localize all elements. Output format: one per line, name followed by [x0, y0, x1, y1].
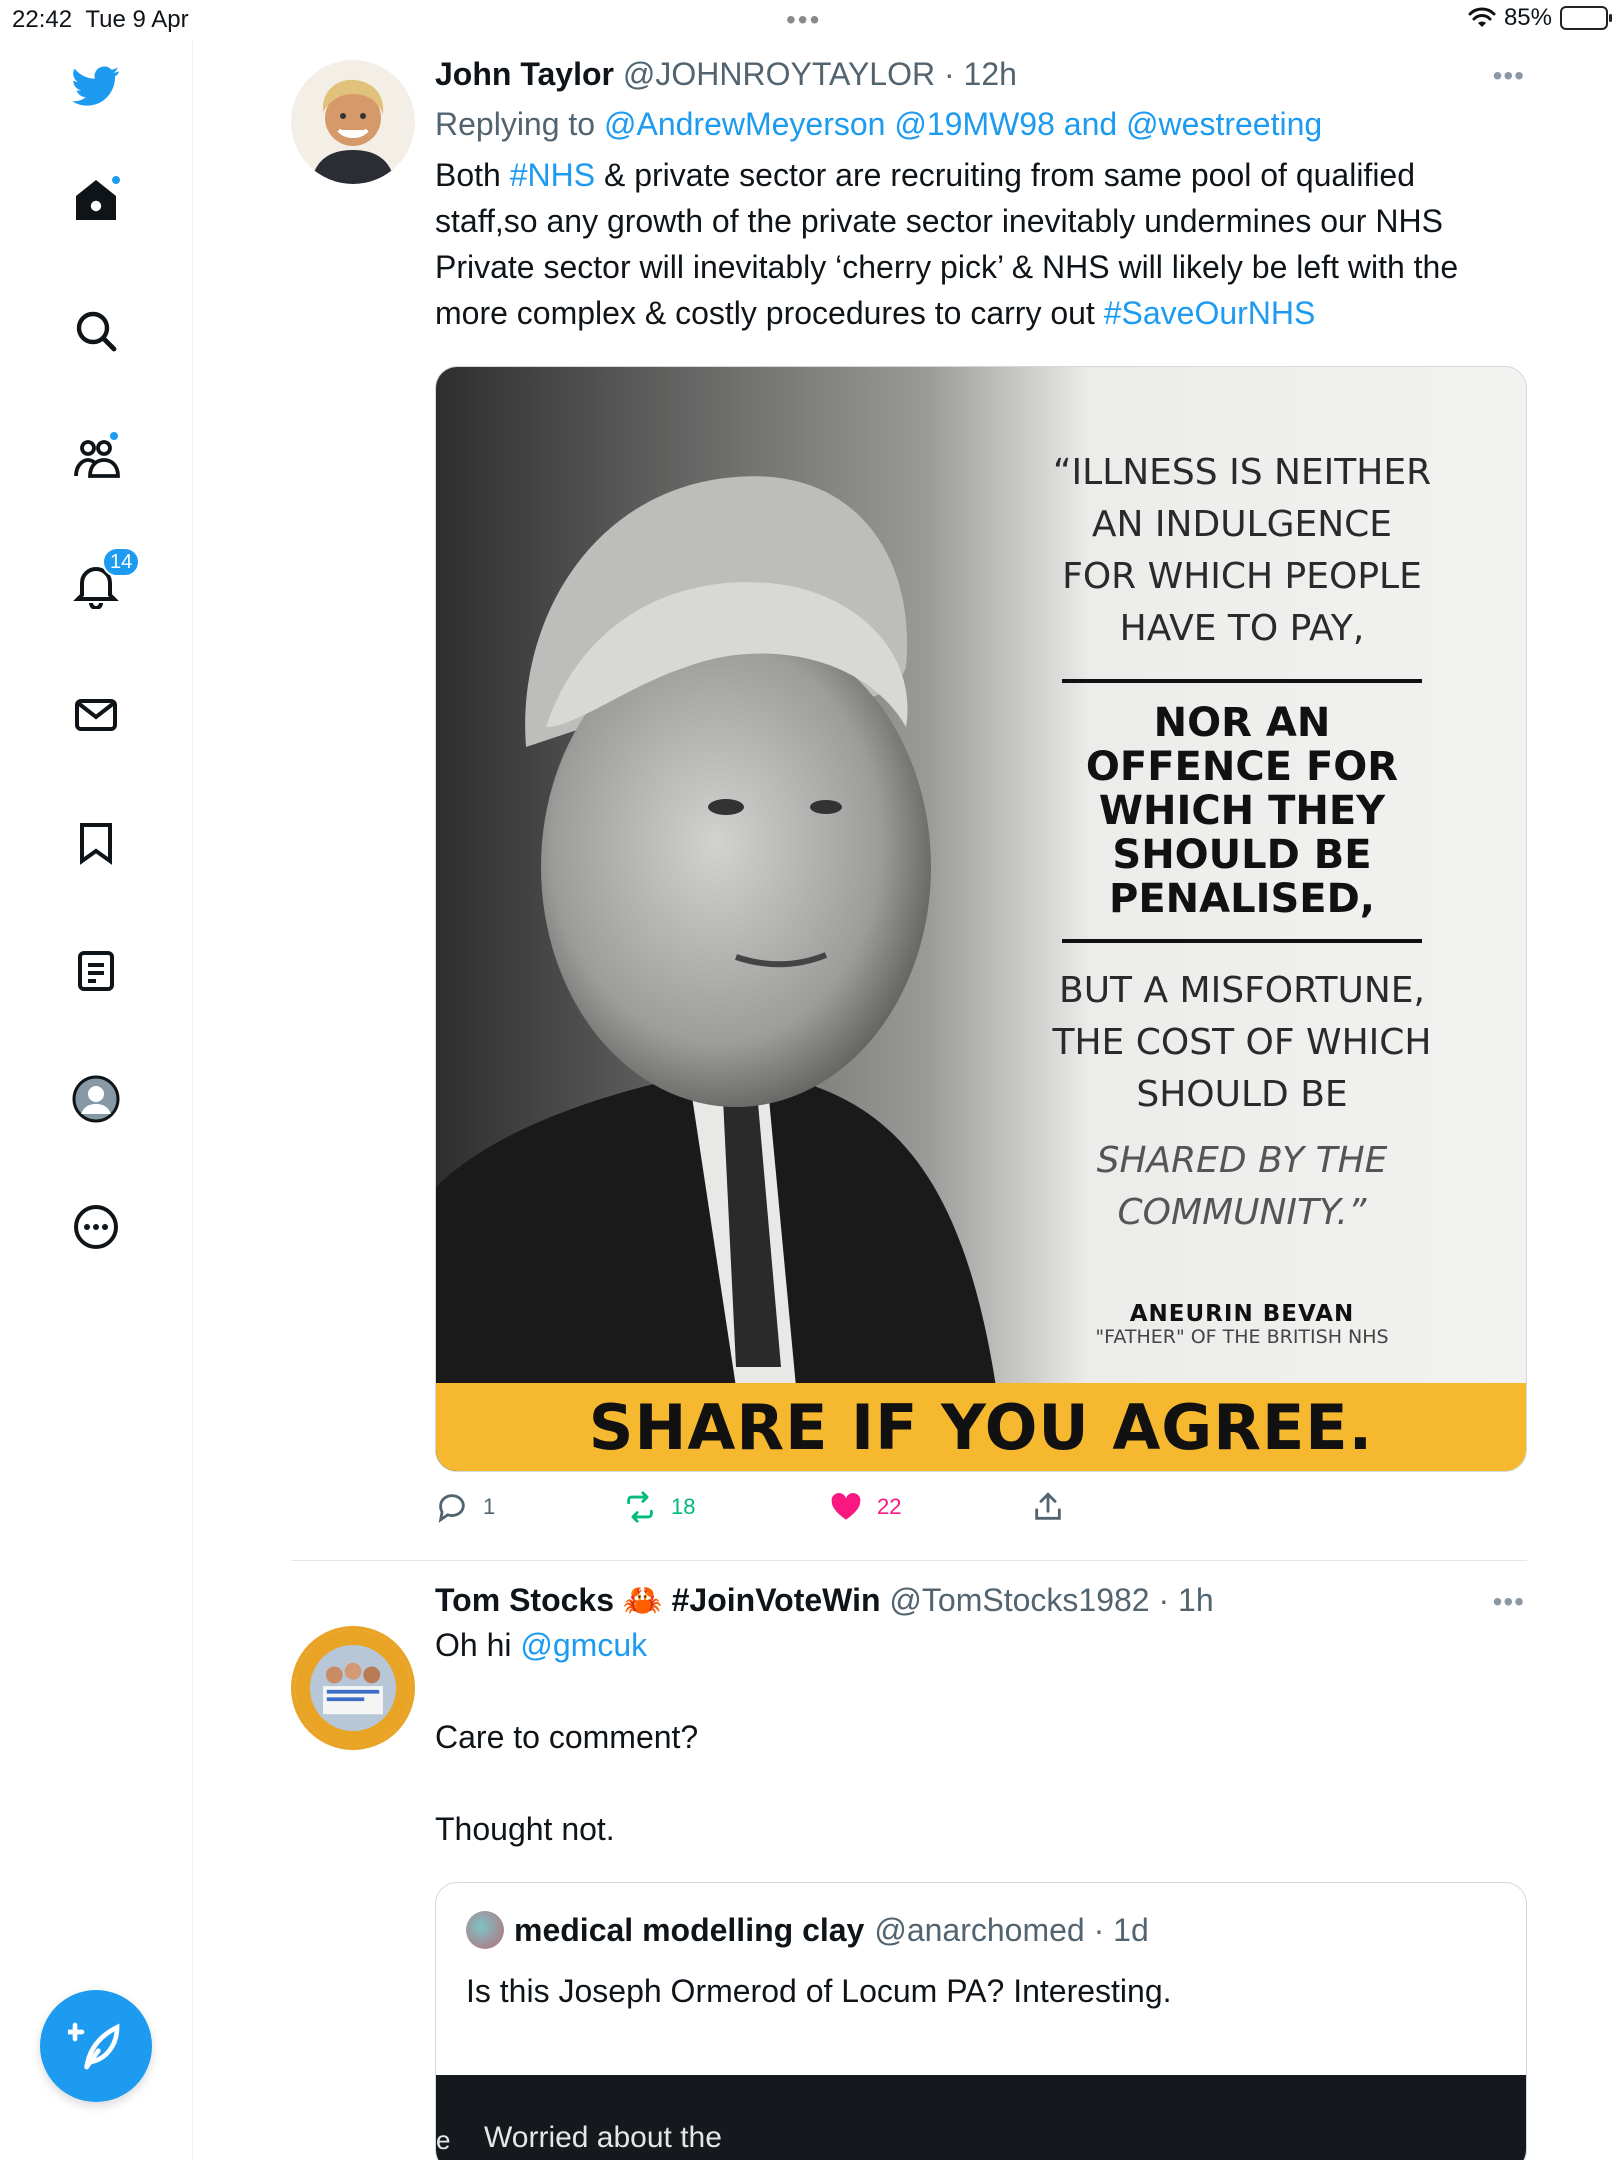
status-right: 85% [1468, 4, 1612, 32]
quote-divider [1062, 939, 1422, 943]
search-nav[interactable] [66, 301, 126, 361]
reply-icon [438, 1494, 465, 1523]
tweet-image[interactable]: “ILLNESS IS NEITHER AN INDULGENCE FOR WH… [435, 366, 1527, 1472]
compose-tweet-button[interactable] [40, 1990, 152, 2102]
timeline: John Taylor @JOHNROYTAYLOR · 12h ••• Rep… [193, 40, 1620, 2160]
author-name[interactable]: Tom Stocks [435, 1582, 614, 1618]
author-name-tag[interactable]: #JoinVoteWin [672, 1582, 881, 1618]
wifi-icon [1468, 7, 1496, 27]
author-handle[interactable]: @JOHNROYTAYLOR [623, 56, 935, 92]
replying-to: Replying to @AndrewMeyerson @19MW98 and … [435, 102, 1525, 146]
quote-part-2: NOR AN OFFENCE FOR WHICH THEY SHOULD BE … [1085, 700, 1399, 922]
status-bar: 22:42 Tue 9 Apr ••• 85% [0, 0, 1620, 40]
twitter-logo-icon[interactable] [66, 56, 126, 116]
quote-part-4: SHARED BY THE COMMUNITY.” [1096, 1140, 1388, 1233]
battery-icon [1560, 6, 1612, 30]
more-nav[interactable] [66, 1197, 126, 1257]
retweet-button[interactable]: 18 [623, 1490, 695, 1524]
avatar[interactable] [291, 60, 415, 184]
battery-percent: 85% [1503, 4, 1552, 31]
hashtag-link[interactable]: #SaveOurNHS [1104, 295, 1316, 331]
replying-prefix: Replying to [435, 106, 604, 142]
hashtag-link[interactable]: #NHS [510, 157, 595, 193]
more-circle-icon [74, 1205, 118, 1249]
heart-icon [831, 1492, 861, 1520]
like-button[interactable]: 22 [829, 1490, 901, 1524]
sidebar: 14 [0, 40, 193, 2160]
quoted-media-line-1: Worried about the [484, 2121, 722, 2154]
quoted-tweet-header: medical modelling clay @anarchomed · 1d [466, 1911, 1149, 1949]
retweet-icon [627, 1491, 653, 1523]
author-handle[interactable]: @TomStocks1982 [889, 1582, 1149, 1618]
quote-part-3: BUT A MISFORTUNE, THE COST OF WHICH SHOU… [1052, 970, 1432, 1115]
lists-icon [78, 951, 114, 991]
tweet-more-icon[interactable]: ••• [1493, 1586, 1525, 1618]
tweet-text: Oh hi @gmcuk Care to comment? Thought no… [435, 1627, 699, 1847]
bookmarks-nav[interactable] [66, 813, 126, 873]
retweet-count: 18 [671, 1494, 696, 1519]
search-icon [76, 311, 117, 352]
quoted-author-name: medical modelling clay [514, 1911, 865, 1948]
attribution-role: "FATHER" OF THE BRITISH NHS [1095, 1326, 1389, 1348]
quoted-tweet[interactable]: medical modelling clay @anarchomed · 1d … [435, 1882, 1527, 2160]
tweet-time[interactable]: 1h [1178, 1582, 1214, 1618]
notifications-nav[interactable]: 14 [66, 547, 141, 615]
tweet-time[interactable]: 12h [964, 56, 1017, 92]
tweet-more-icon[interactable]: ••• [1493, 60, 1525, 92]
profile-avatar-icon [72, 1075, 120, 1123]
home-nav[interactable] [66, 170, 126, 230]
image-quote: “ILLNESS IS NEITHER AN INDULGENCE FOR WH… [1052, 447, 1432, 1348]
tweet-body: Tom Stocks 🦀 #JoinVoteWin @TomStocks1982… [435, 1580, 1525, 1852]
crab-emoji: 🦀 [622, 1582, 663, 1618]
lists-nav[interactable] [66, 941, 126, 1001]
tweet-header: Tom Stocks 🦀 #JoinVoteWin @TomStocks1982… [435, 1582, 1214, 1618]
share-banner: SHARE IF YOU AGREE. [436, 1383, 1526, 1471]
mail-icon [75, 699, 117, 731]
tweet-divider [291, 1560, 1527, 1561]
quote-part-1: “ILLNESS IS NEITHER AN INDULGENCE FOR WH… [1052, 452, 1432, 649]
status-time: 22:42 Tue 9 Apr [12, 6, 189, 33]
tweet-actions: 1 18 22 [435, 1490, 1135, 1530]
home-unread-dot [110, 174, 122, 186]
notifications-count-badge: 14 [102, 547, 141, 577]
share-icon [1035, 1492, 1061, 1520]
compose-feather-icon [68, 2022, 120, 2070]
tweet-header: John Taylor @JOHNROYTAYLOR · 12h [435, 56, 1017, 92]
quote-divider [1062, 679, 1422, 683]
quoted-author-handle: @anarchomed [874, 1911, 1085, 1948]
communities-unread-dot [108, 430, 120, 442]
messages-nav[interactable] [66, 685, 126, 745]
avatar[interactable] [291, 1626, 415, 1750]
replying-to-links[interactable]: @AndrewMeyerson @19MW98 and @westreeting [604, 106, 1322, 142]
profile-nav[interactable] [66, 1069, 126, 1129]
tweet-text: Both #NHS & private sector are recruitin… [435, 157, 1459, 331]
quoted-avatar [466, 1911, 504, 1949]
attribution-name: ANEURIN BEVAN [1129, 1301, 1355, 1327]
tweet-body: John Taylor @JOHNROYTAYLOR · 12h ••• Rep… [435, 54, 1525, 336]
share-button[interactable] [1031, 1490, 1065, 1524]
quoted-time: 1d [1113, 1911, 1149, 1948]
quoted-media[interactable]: e Worried about the • future [436, 2075, 1526, 2160]
multitasking-dots-icon[interactable]: ••• [786, 4, 821, 36]
reply-count: 1 [483, 1494, 496, 1519]
author-name[interactable]: John Taylor [435, 56, 614, 92]
bookmark-icon [80, 823, 112, 865]
mention-link[interactable]: @gmcuk [520, 1627, 647, 1663]
reply-button[interactable]: 1 [435, 1490, 495, 1524]
communities-nav[interactable] [66, 428, 126, 488]
quoted-text: Is this Joseph Ormerod of Locum PA? Inte… [466, 1973, 1172, 2009]
like-count: 22 [877, 1494, 902, 1519]
